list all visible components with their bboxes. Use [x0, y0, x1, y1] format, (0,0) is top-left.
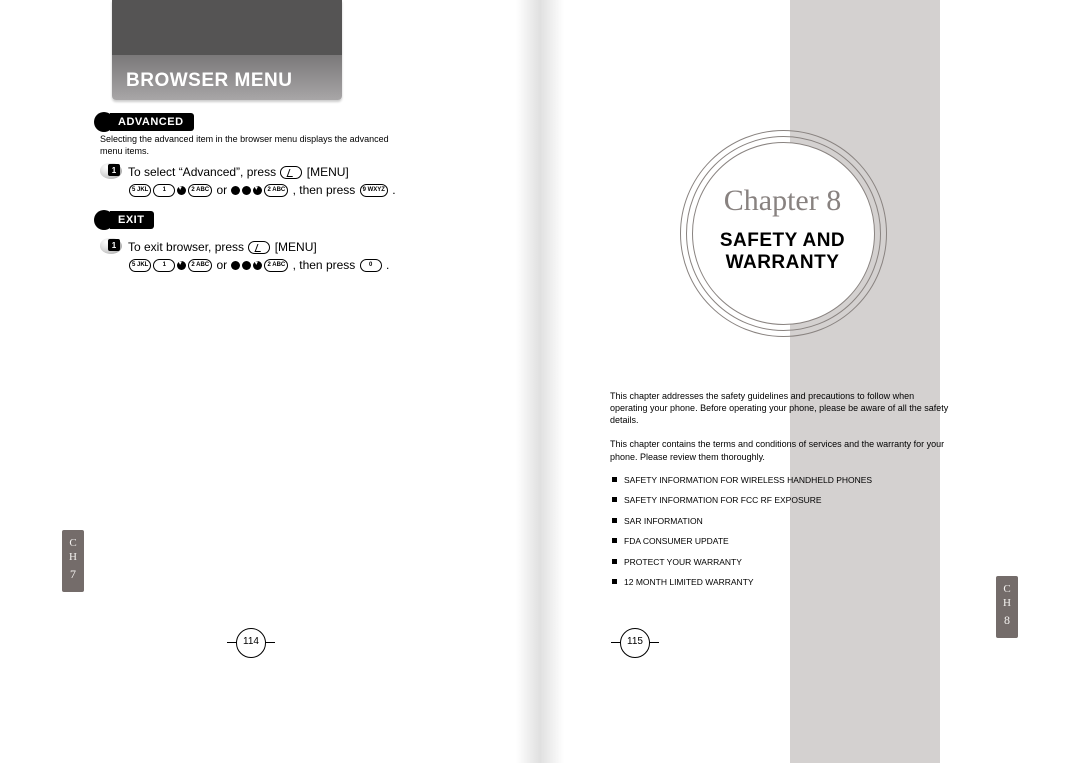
intro-para-2: This chapter contains the terms and cond…	[610, 438, 950, 462]
key-1: 1	[153, 184, 175, 197]
ch-letters: CH	[69, 537, 77, 563]
ch-number: 8	[996, 613, 1018, 629]
nav-ok-icon	[242, 186, 251, 195]
list-item: SAFETY INFORMATION FOR FCC RF EXPOSURE	[610, 495, 950, 506]
nav-down-icon	[253, 186, 262, 195]
chapter-label: Chapter 8	[680, 184, 885, 218]
list-item: FDA CONSUMER UPDATE	[610, 536, 950, 547]
section-label: EXIT	[110, 211, 154, 229]
chapter-medallion: Chapter 8 SAFETY AND WARRANTY	[680, 130, 885, 335]
chapter-tab-right: CH 8	[996, 576, 1018, 638]
chapter-intro-body: This chapter addresses the safety guidel…	[610, 390, 950, 598]
gutter-shadow	[540, 0, 564, 763]
step-text: To select “Advanced”, press [MENU] 5 JKL…	[128, 163, 396, 199]
exit-step-1: 1 To exit browser, press [MENU] 5 JKL12 …	[100, 238, 430, 274]
nav-center-icon	[231, 261, 240, 270]
key-2: 2 ABC	[264, 184, 288, 197]
header-tab: BROWSER MENU	[112, 0, 342, 100]
key-5: 5 JKL	[129, 184, 151, 197]
chapter-topic-list: SAFETY INFORMATION FOR WIRELESS HANDHELD…	[610, 475, 950, 589]
step-bullet-icon: 1	[100, 163, 122, 181]
ch-letters: CH	[1003, 583, 1011, 609]
key-0: 0	[360, 259, 382, 272]
right-page: Chapter 8 SAFETY AND WARRANTY This chapt…	[540, 0, 1080, 763]
key-5: 5 JKL	[129, 259, 151, 272]
key-2: 2 ABC	[188, 184, 212, 197]
left-page: BROWSER MENU ADVANCED Selecting the adva…	[0, 0, 540, 763]
step-bullet-icon: 1	[100, 238, 122, 256]
chapter-tab-left: CH 7	[62, 530, 84, 592]
key-2: 2 ABC	[264, 259, 288, 272]
key-1: 1	[153, 259, 175, 272]
list-item: 12 MONTH LIMITED WARRANTY	[610, 577, 950, 588]
softkey-icon	[280, 166, 302, 179]
nav-center-icon	[231, 186, 240, 195]
intro-para-1: This chapter addresses the safety guidel…	[610, 390, 950, 426]
nav-down-icon	[177, 261, 186, 270]
list-item: SAFETY INFORMATION FOR WIRELESS HANDHELD…	[610, 475, 950, 486]
page-spread: BROWSER MENU ADVANCED Selecting the adva…	[0, 0, 1080, 763]
nav-down-icon	[253, 261, 262, 270]
ch-number: 7	[62, 567, 84, 583]
header-title: BROWSER MENU	[112, 60, 306, 100]
section-pill-advanced: ADVANCED	[94, 112, 194, 132]
step-text: To exit browser, press [MENU] 5 JKL12 AB…	[128, 238, 389, 274]
step-number: 1	[108, 164, 120, 176]
gutter-shadow	[516, 0, 540, 763]
section-pill-exit: EXIT	[94, 210, 154, 230]
thumb-index-band	[790, 0, 940, 763]
key-2: 2 ABC	[188, 259, 212, 272]
nav-down-icon	[177, 186, 186, 195]
list-item: PROTECT YOUR WARRANTY	[610, 557, 950, 568]
chapter-title: SAFETY AND WARRANTY	[680, 230, 885, 274]
list-item: SAR INFORMATION	[610, 516, 950, 527]
page-number-right: 115	[620, 628, 650, 658]
key-9: 9 WXYZ	[360, 184, 388, 197]
page-number-left: 114	[236, 628, 266, 658]
nav-ok-icon	[242, 261, 251, 270]
softkey-icon	[248, 241, 270, 254]
step-number: 1	[108, 239, 120, 251]
advanced-step-1: 1 To select “Advanced”, press [MENU] 5 J…	[100, 163, 430, 199]
advanced-intro: Selecting the advanced item in the brows…	[100, 134, 400, 157]
section-label: ADVANCED	[110, 113, 194, 131]
